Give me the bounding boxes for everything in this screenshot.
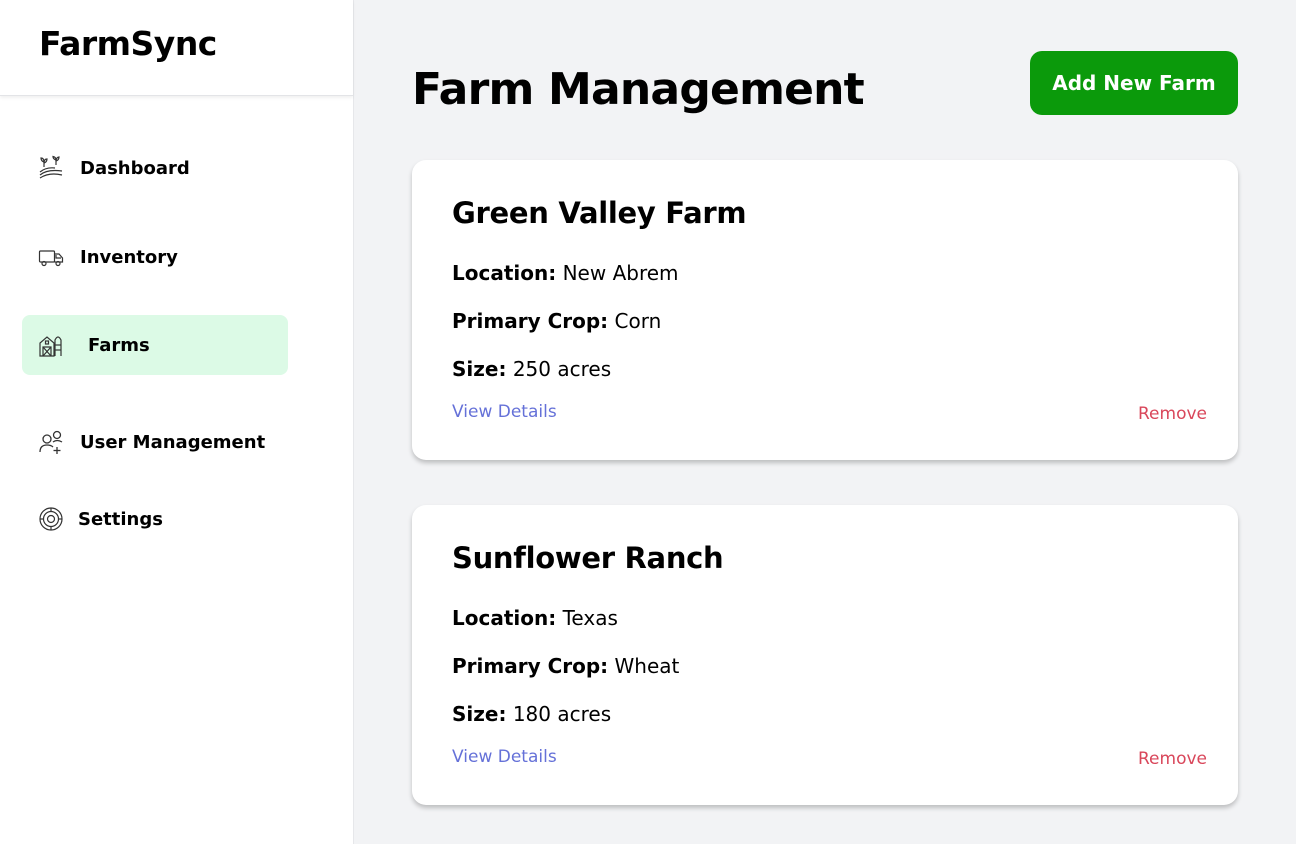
crop-value: Wheat	[614, 654, 680, 678]
farm-location: Location: New Abrem	[452, 261, 679, 285]
crop-label: Primary Crop:	[452, 654, 609, 678]
size-label: Size:	[452, 357, 507, 381]
app-root: FarmSync Dashboard Inventory Farms User …	[0, 0, 1296, 844]
sidebar-item-farms[interactable]: Farms	[22, 315, 288, 375]
view-details-link[interactable]: View Details	[452, 747, 557, 767]
remove-link[interactable]: Remove	[1138, 404, 1207, 424]
sidebar-item-user-management[interactable]: User Management	[22, 412, 288, 472]
farm-name: Sunflower Ranch	[452, 541, 724, 575]
farm-card: Sunflower Ranch Location: Texas Primary …	[412, 505, 1238, 805]
sidebar-item-settings[interactable]: Settings	[22, 489, 288, 549]
remove-link[interactable]: Remove	[1138, 749, 1207, 769]
location-value: New Abrem	[562, 261, 679, 285]
sidebar-item-dashboard[interactable]: Dashboard	[22, 138, 288, 198]
farm-crop: Primary Crop: Corn	[452, 309, 661, 333]
view-details-link[interactable]: View Details	[452, 402, 557, 422]
farm-field-icon	[37, 154, 65, 182]
crop-value: Corn	[614, 309, 662, 333]
farm-crop: Primary Crop: Wheat	[452, 654, 679, 678]
sidebar-item-label: User Management	[80, 431, 266, 453]
truck-icon	[37, 243, 65, 271]
brand-logo-text[interactable]: FarmSync	[39, 24, 217, 63]
sidebar-item-label: Dashboard	[80, 157, 190, 179]
sidebar-item-label: Farms	[88, 334, 150, 356]
main-content: Farm Management Add New Farm Green Valle…	[354, 0, 1296, 844]
farm-size: Size: 250 acres	[452, 357, 611, 381]
page-title: Farm Management	[412, 64, 865, 115]
farm-size: Size: 180 acres	[452, 702, 611, 726]
add-user-icon	[37, 428, 65, 456]
sidebar-item-label: Inventory	[80, 246, 178, 268]
size-value: 180 acres	[512, 702, 612, 726]
sidebar-item-label: Settings	[78, 508, 163, 530]
barn-icon	[37, 331, 65, 359]
size-label: Size:	[452, 702, 507, 726]
farm-name: Green Valley Farm	[452, 196, 747, 230]
location-value: Texas	[562, 606, 618, 630]
sidebar: FarmSync Dashboard Inventory Farms User …	[0, 0, 354, 844]
brand-header: FarmSync	[0, 0, 353, 96]
gear-icon	[37, 505, 65, 533]
size-value: 250 acres	[512, 357, 612, 381]
location-label: Location:	[452, 261, 557, 285]
location-label: Location:	[452, 606, 557, 630]
crop-label: Primary Crop:	[452, 309, 609, 333]
add-new-farm-button[interactable]: Add New Farm	[1030, 51, 1238, 115]
sidebar-item-inventory[interactable]: Inventory	[22, 227, 288, 287]
farm-location: Location: Texas	[452, 606, 618, 630]
farm-card: Green Valley Farm Location: New Abrem Pr…	[412, 160, 1238, 460]
